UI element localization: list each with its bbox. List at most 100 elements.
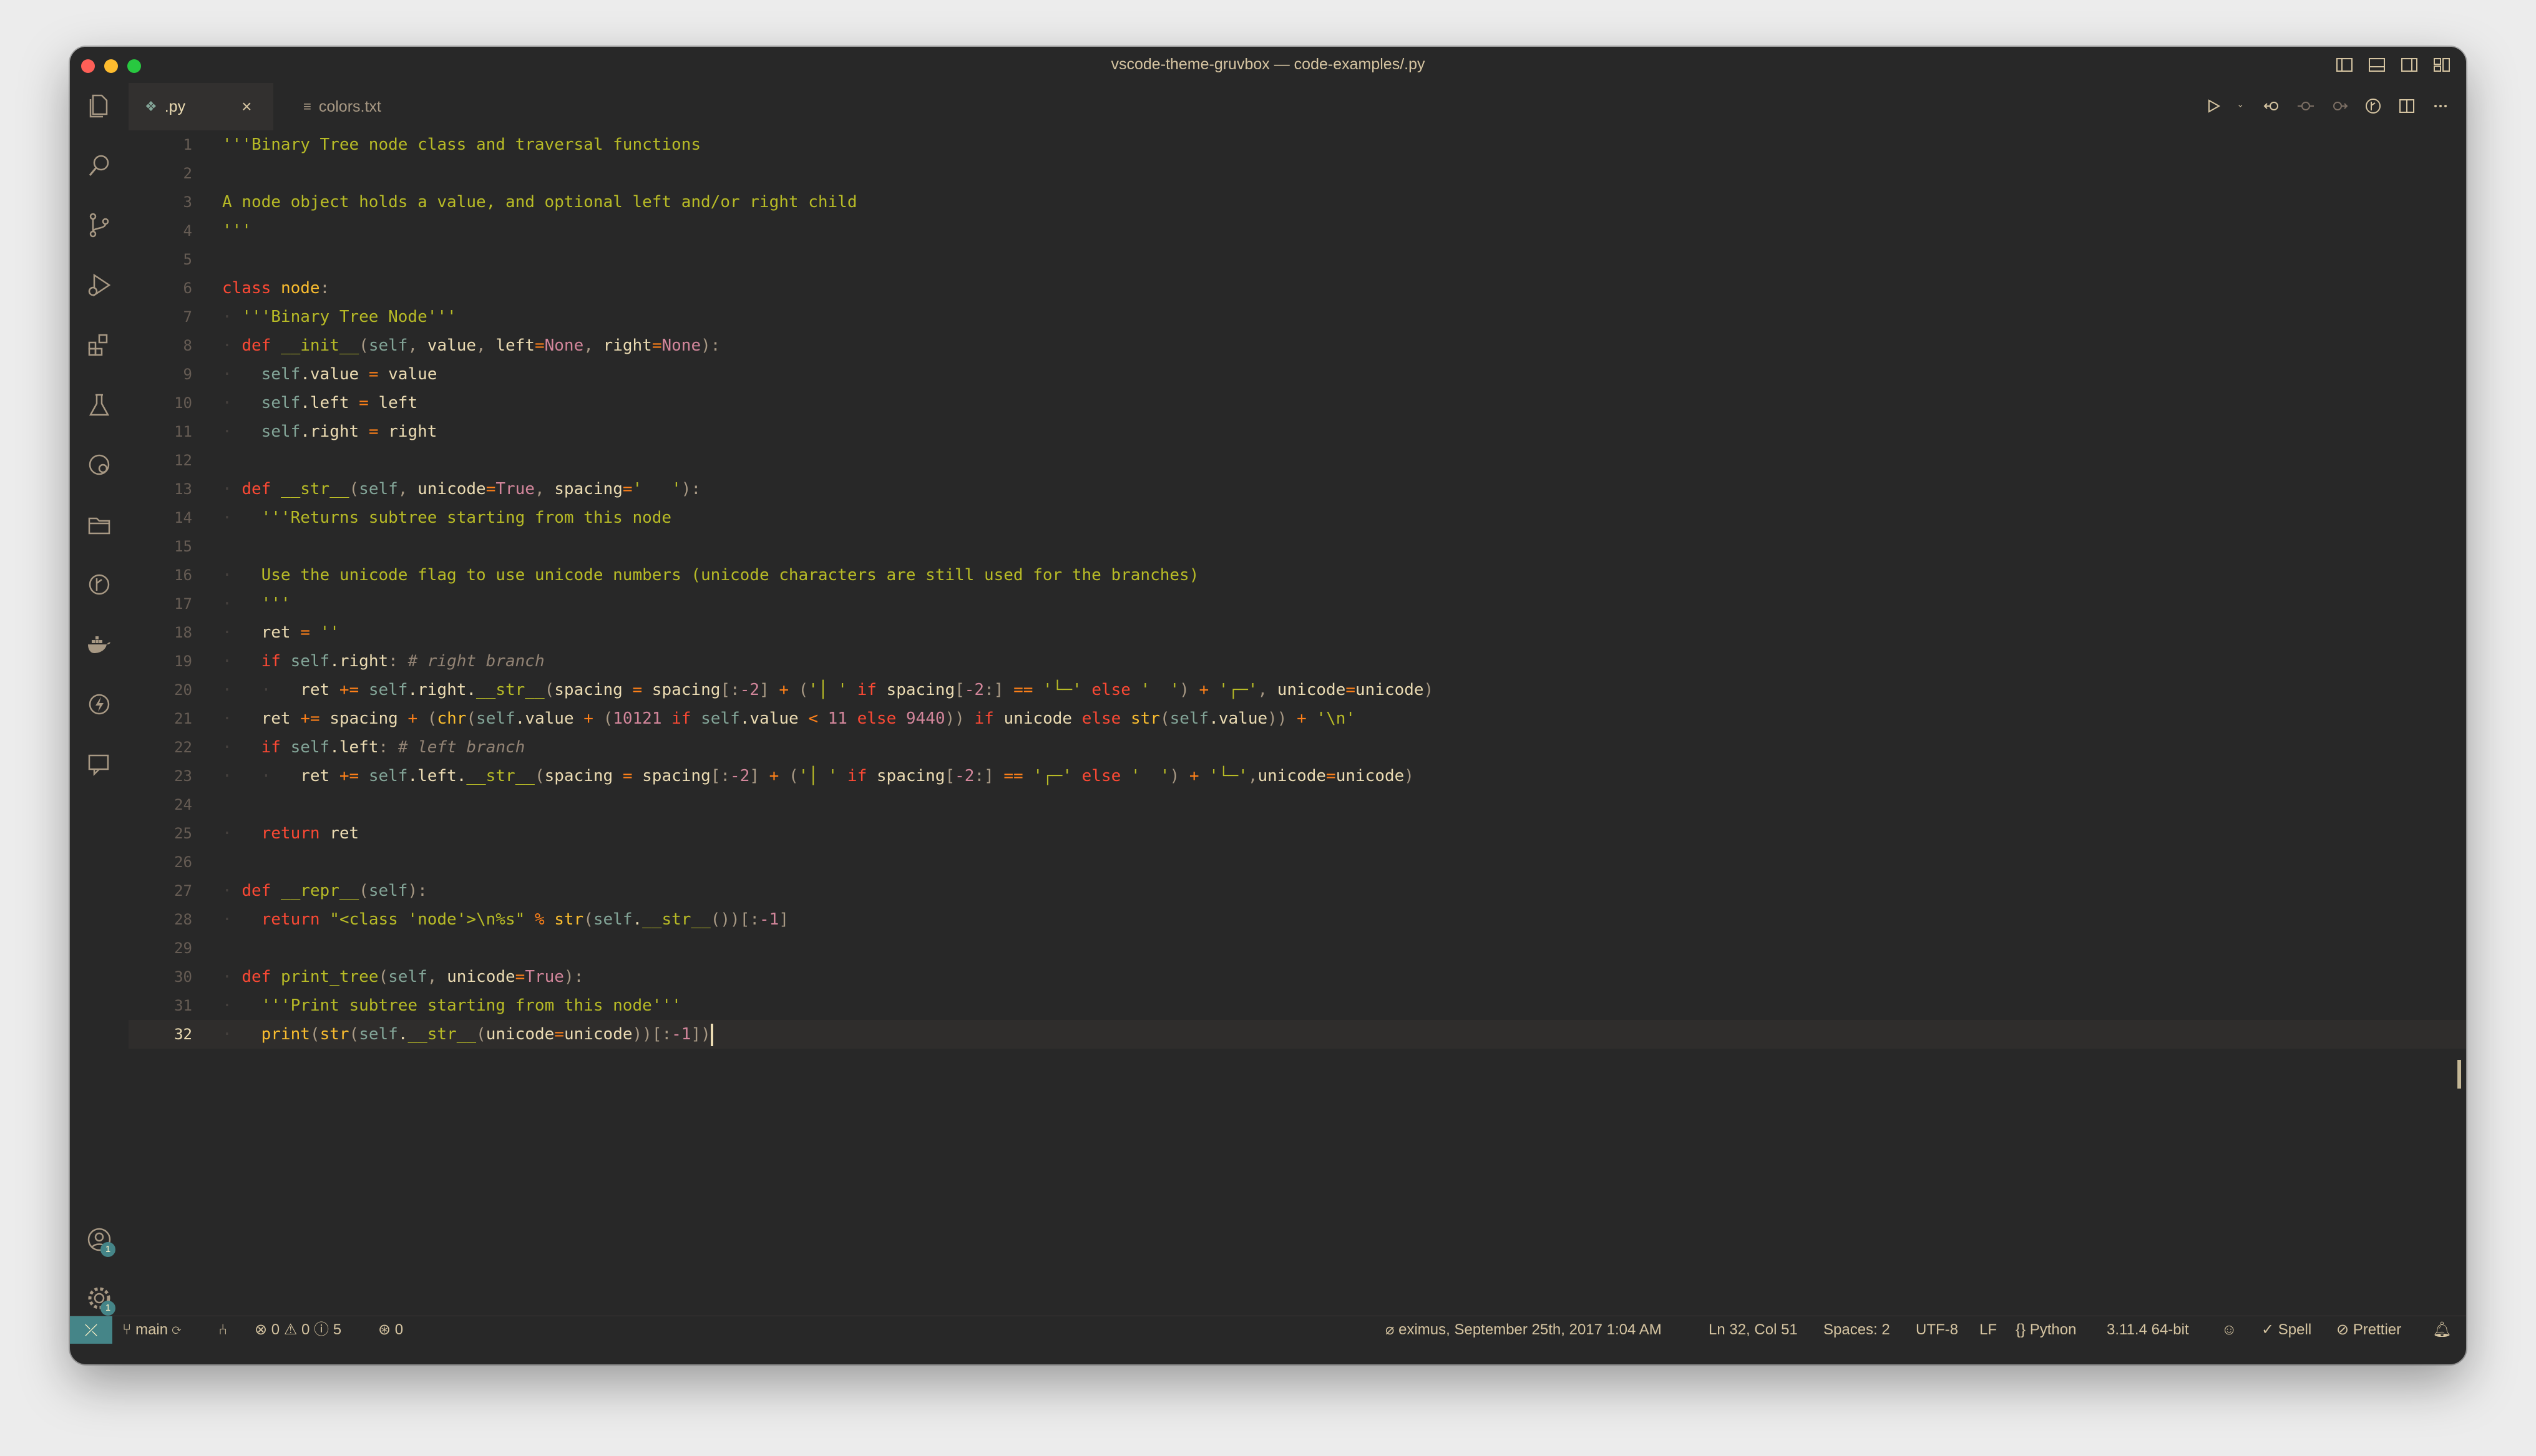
code-line: 16 · Use the unicode flag to use unicode …	[129, 561, 2466, 590]
line-number: 19	[174, 653, 192, 670]
activity-bar: 1 1	[70, 83, 129, 1331]
customize-layout-icon[interactable]	[2432, 56, 2451, 74]
cursor-position[interactable]: Ln 32, Col 51	[1709, 1316, 1798, 1344]
line-number: 10	[174, 394, 192, 412]
ports-status[interactable]: ⊛ 0	[378, 1316, 403, 1344]
testing-icon[interactable]	[84, 390, 114, 420]
editor-tab-bar: ❖ .py × ≡ colors.txt	[129, 83, 2466, 130]
line-number: 14	[174, 509, 192, 527]
code-line: 29	[129, 934, 2466, 963]
line-number: 4	[183, 222, 192, 240]
chevron-down-icon[interactable]	[2238, 97, 2248, 115]
docker-icon[interactable]	[84, 629, 114, 659]
more-actions-icon[interactable]	[2431, 97, 2450, 115]
eol-status[interactable]: LF	[1979, 1316, 1997, 1344]
text-cursor	[710, 1023, 713, 1046]
code-line: 14 · '''Returns subtree starting from thi…	[129, 503, 2466, 532]
code-line: 22 · if self.left: # left branch	[129, 733, 2466, 762]
toggle-secondary-sidebar-icon[interactable]	[2400, 56, 2419, 74]
thunder-client-icon[interactable]	[84, 689, 114, 719]
accounts-icon[interactable]: 1	[84, 1225, 115, 1257]
line-number: 3	[183, 193, 192, 211]
indentation-status[interactable]: Spaces: 2	[1823, 1316, 1890, 1344]
editor-actions	[2204, 97, 2450, 115]
code-line: 9 · self.value = value	[129, 360, 2466, 389]
copilot-icon[interactable]: ☺	[2221, 1316, 2237, 1344]
code-line: 18 · ret = ''	[129, 618, 2466, 647]
prettier-status[interactable]: ⊘ Prettier	[2336, 1316, 2401, 1344]
split-editor-icon[interactable]	[2397, 97, 2416, 115]
code-line: 20 · · ret += self.right.__str__(spacing …	[129, 676, 2466, 704]
problems-status[interactable]: ⊗ 0 ⚠ 0 ⓘ 5	[255, 1316, 341, 1344]
info-count: 5	[333, 1321, 342, 1338]
blame-text: eximus, September 25th, 2017 1:04 AM	[1398, 1321, 1662, 1338]
git-blame-status[interactable]: ⌀ eximus, September 25th, 2017 1:04 AM	[1385, 1316, 1662, 1344]
layout-controls	[2335, 56, 2451, 74]
line-number: 22	[174, 739, 192, 756]
run-python-file-icon[interactable]	[2204, 97, 2223, 115]
line-number: 21	[174, 710, 192, 727]
cursor-scroll-marker[interactable]	[2457, 1060, 2461, 1089]
line-number: 25	[174, 825, 192, 842]
line-number: 16	[174, 566, 192, 584]
code-line: 31 · '''Print subtree starting from this …	[129, 991, 2466, 1020]
source-control-icon[interactable]	[84, 210, 114, 240]
prettier-icon: ⊘	[2336, 1321, 2349, 1338]
status-bar: ⤫ ⑂ main ⟳ ⑃ ⊗ 0 ⚠ 0 ⓘ 5 ⊛ 0 ⌀ eximus, S…	[70, 1316, 2466, 1344]
error-count: 0	[271, 1321, 280, 1338]
open-changes-icon[interactable]	[2263, 97, 2281, 115]
branch-name: main	[135, 1321, 168, 1338]
code-line: 24	[129, 790, 2466, 819]
project-manager-icon[interactable]	[84, 510, 114, 540]
tab-py[interactable]: ❖ .py ×	[129, 83, 273, 130]
line-number: 28	[174, 911, 192, 928]
remote-indicator-icon[interactable]: ⤫	[70, 1316, 112, 1344]
encoding-status[interactable]: UTF-8	[1916, 1316, 1958, 1344]
notifications-bell-icon[interactable]: 🔔︎	[2432, 1316, 2451, 1344]
line-number: 15	[174, 538, 192, 555]
braces-icon: {}	[2016, 1321, 2026, 1338]
git-graph-icon[interactable]	[84, 570, 114, 599]
settings-badge: 1	[100, 1301, 115, 1316]
explorer-icon[interactable]	[84, 90, 114, 120]
code-line: 26	[129, 848, 2466, 876]
git-timeline-icon[interactable]	[2364, 97, 2382, 115]
window-title: vscode-theme-gruvbox — code-examples/.py	[1111, 56, 1425, 73]
language-mode[interactable]: {} Python	[2016, 1316, 2076, 1344]
line-number: 29	[174, 939, 192, 957]
git-graph-status-icon[interactable]: ⑃	[218, 1316, 227, 1344]
live-share-icon[interactable]	[84, 749, 114, 779]
info-icon: ⓘ	[314, 1321, 329, 1338]
prettier-label: Prettier	[2353, 1321, 2402, 1338]
branch-status[interactable]: ⑂ main ⟳	[122, 1316, 181, 1344]
code-line-current: 32 · print(str(self.__str__(unicode=unico…	[129, 1020, 2466, 1049]
run-debug-icon[interactable]	[84, 270, 114, 300]
remote-explorer-icon[interactable]	[84, 450, 114, 480]
sync-icon[interactable]: ⟳	[172, 1321, 181, 1338]
line-number: 30	[174, 968, 192, 986]
line-number: 17	[174, 595, 192, 613]
code-line: 2	[129, 159, 2466, 188]
settings-gear-icon[interactable]: 1	[84, 1283, 115, 1316]
code-line: 5	[129, 245, 2466, 274]
spell-check-status[interactable]: ✓ Spell	[2261, 1316, 2311, 1344]
close-tab-icon[interactable]: ×	[241, 97, 251, 117]
code-line: 23 · · ret += self.left.__str__(spacing =…	[129, 762, 2466, 790]
extensions-icon[interactable]	[84, 330, 114, 360]
code-line: 10 · self.left = left	[129, 389, 2466, 417]
python-interpreter[interactable]: 3.11.4 64-bit	[2107, 1316, 2189, 1344]
previous-change-icon[interactable]	[2296, 97, 2315, 115]
code-editor[interactable]: 1 '''Binary Tree node class and traversal…	[129, 130, 2466, 1327]
code-line: 19 · if self.right: # right branch	[129, 647, 2466, 676]
line-number: 18	[174, 624, 192, 641]
toggle-panel-icon[interactable]	[2368, 56, 2386, 74]
code-line: 13 · def __str__(self, unicode=True, spac…	[129, 475, 2466, 503]
line-number: 26	[174, 853, 192, 871]
toggle-primary-sidebar-icon[interactable]	[2335, 56, 2354, 74]
title-bar: vscode-theme-gruvbox — code-examples/.py	[70, 47, 2466, 83]
code-line: 27 · def __repr__(self):	[129, 876, 2466, 905]
tab-colors-txt[interactable]: ≡ colors.txt	[287, 83, 397, 130]
next-change-icon[interactable]	[2330, 97, 2349, 115]
search-icon[interactable]	[84, 150, 114, 180]
line-number: 5	[183, 251, 192, 268]
